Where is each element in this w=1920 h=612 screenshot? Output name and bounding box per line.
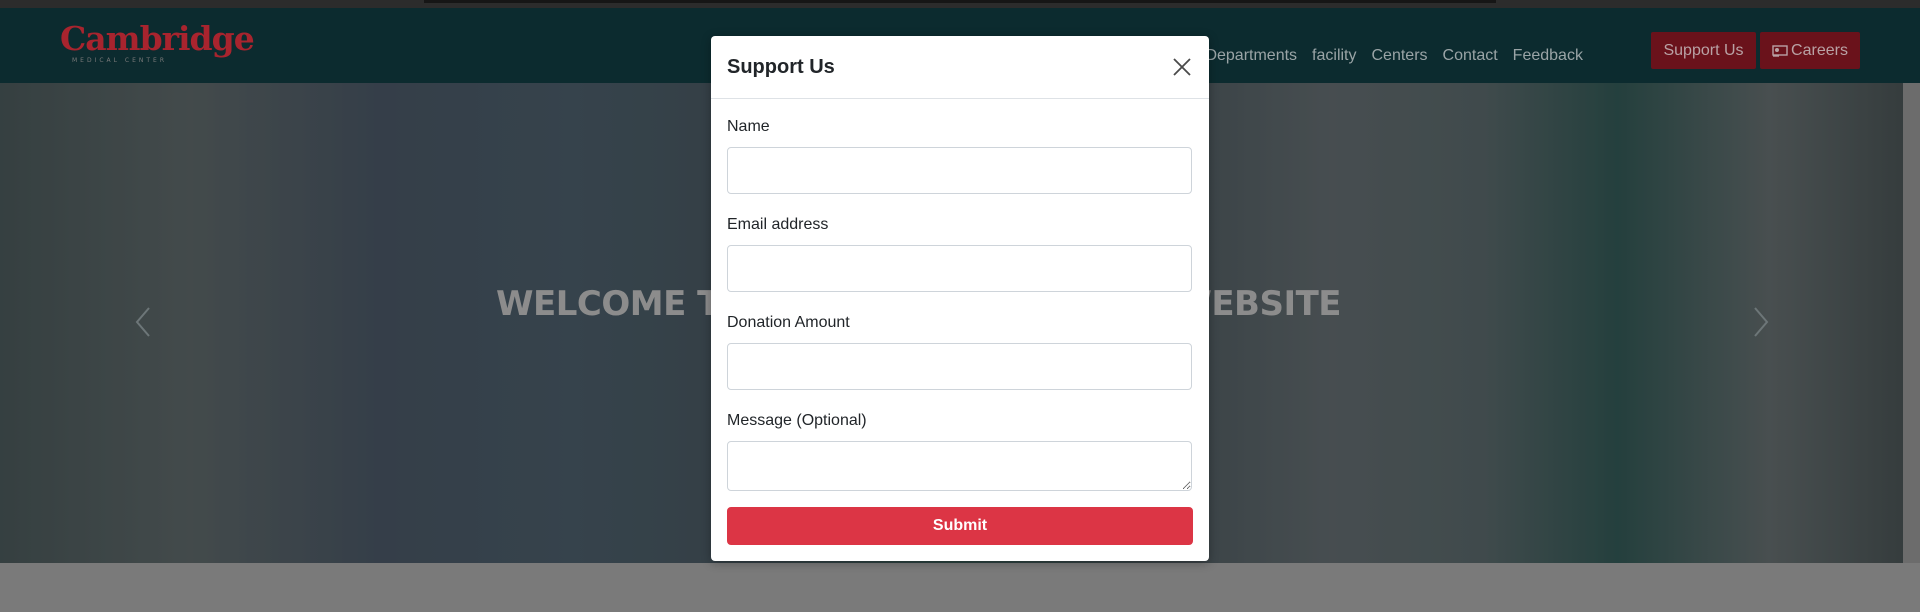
name-label: Name [727, 118, 770, 135]
nav-link-centers[interactable]: Centers [1372, 47, 1428, 65]
email-input[interactable] [727, 245, 1192, 292]
nav-link-facility[interactable]: facility [1312, 47, 1356, 65]
logo-text: Cambridge [60, 19, 255, 58]
modal-title: Support Us [727, 56, 835, 78]
top-bar [424, 0, 1496, 3]
browser-top-strip [0, 0, 1920, 8]
submit-button[interactable]: Submit [727, 507, 1193, 545]
nav-link-feedback[interactable]: Feedback [1513, 47, 1583, 65]
support-us-button[interactable]: Support Us [1651, 32, 1756, 69]
name-input[interactable] [727, 147, 1192, 194]
nav-links: vices Departments facility Centers Conta… [1154, 46, 1598, 66]
modal-header: Support Us [711, 36, 1209, 99]
email-label: Email address [727, 216, 829, 233]
carousel-prev-arrow-icon[interactable] [133, 306, 153, 338]
support-us-label: Support Us [1663, 41, 1744, 59]
nav-link-contact[interactable]: Contact [1443, 47, 1498, 65]
donation-amount-label: Donation Amount [727, 314, 850, 331]
logo-subtext: MEDICAL CENTER [72, 57, 167, 64]
close-icon[interactable] [1171, 56, 1193, 78]
careers-button[interactable]: Careers [1760, 32, 1860, 69]
message-textarea[interactable] [727, 441, 1192, 491]
careers-label: Careers [1791, 41, 1848, 59]
careers-icon [1772, 44, 1788, 57]
support-us-modal: Support Us Name Email address Donation A… [711, 36, 1209, 561]
message-label: Message (Optional) [727, 412, 867, 429]
scrollbar-gutter[interactable] [1903, 83, 1920, 563]
donation-amount-input[interactable] [727, 343, 1192, 390]
logo[interactable]: Cambridge MEDICAL CENTER [60, 19, 255, 64]
nav-link-departments[interactable]: Departments [1205, 47, 1297, 65]
carousel-next-arrow-icon[interactable] [1751, 306, 1771, 338]
